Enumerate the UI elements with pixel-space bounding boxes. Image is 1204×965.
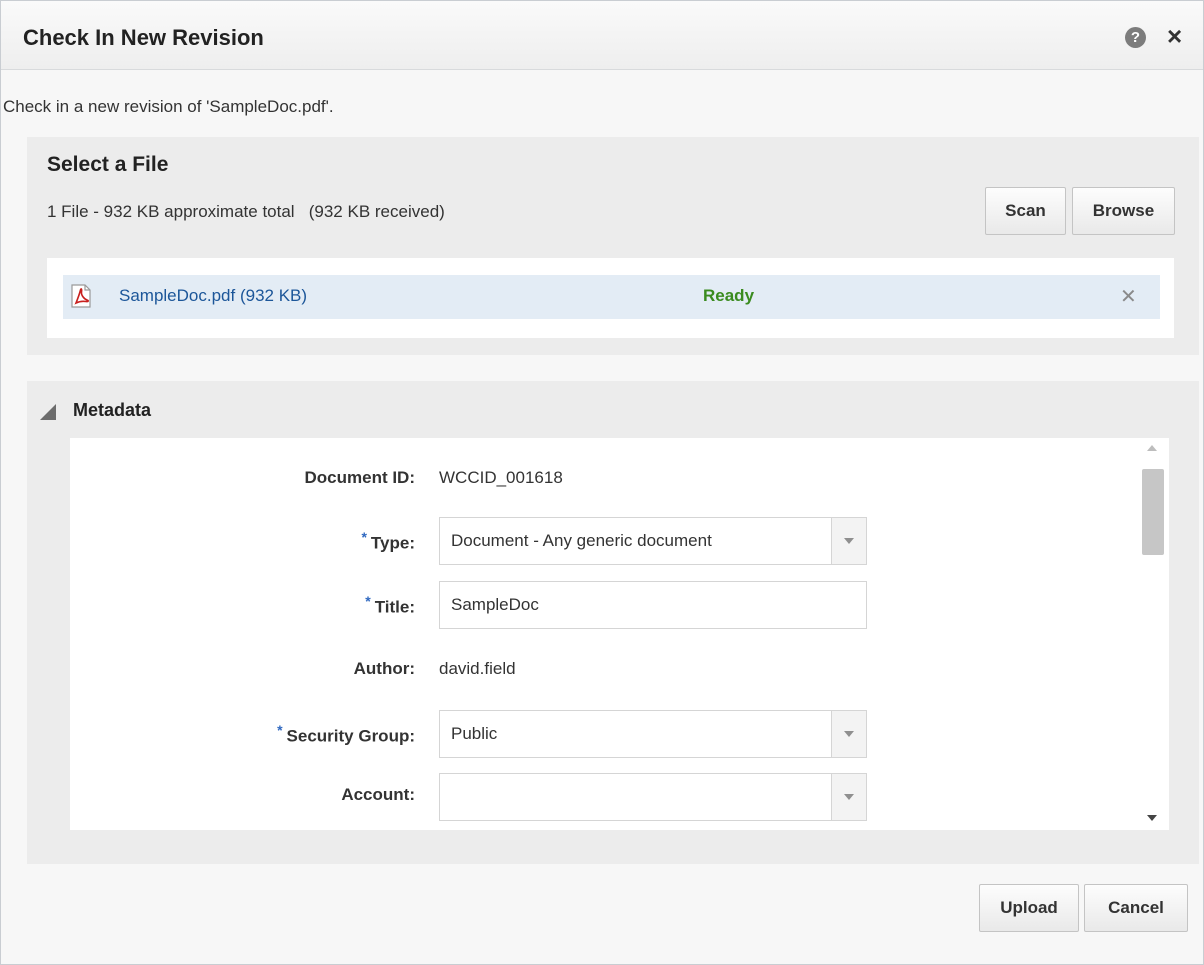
remove-icon[interactable]: ✕ — [1120, 284, 1137, 309]
required-marker: * — [277, 722, 283, 738]
collapse-triangle-icon[interactable] — [40, 404, 56, 420]
title-field[interactable]: SampleDoc — [439, 581, 867, 629]
document-id-value: WCCID_001618 — [439, 468, 563, 487]
pdf-file-icon — [71, 284, 91, 308]
type-select-value: Document - Any generic document — [451, 531, 712, 550]
check-in-dialog: Check In New Revision ? × Check in a new… — [0, 0, 1204, 965]
document-id-label: Document ID: — [304, 468, 416, 487]
upload-button[interactable]: Upload — [979, 884, 1079, 932]
required-marker: * — [361, 529, 367, 545]
browse-button[interactable]: Browse — [1072, 187, 1175, 235]
security-group-value: Public — [451, 724, 498, 743]
help-icon[interactable]: ? — [1125, 27, 1146, 48]
close-icon[interactable]: × — [1167, 22, 1182, 50]
account-select[interactable] — [439, 773, 867, 821]
scan-button[interactable]: Scan — [985, 187, 1066, 235]
intro-text: Check in a new revision of 'SampleDoc.pd… — [3, 97, 334, 116]
chevron-down-icon[interactable] — [831, 711, 866, 757]
file-status: Ready — [703, 286, 755, 305]
metadata-heading[interactable]: Metadata — [73, 400, 151, 421]
account-label: Account: — [341, 785, 415, 804]
chevron-down-icon[interactable] — [831, 518, 866, 564]
required-marker: * — [365, 593, 371, 609]
type-label: * Type: — [361, 529, 415, 553]
file-summary: 1 File - 932 KB approximate total (932 K… — [47, 202, 445, 221]
author-label: Author: — [353, 659, 415, 678]
type-select[interactable]: Document - Any generic document — [439, 517, 867, 565]
security-group-select[interactable]: Public — [439, 710, 867, 758]
dialog-titlebar: Check In New Revision ? × — [1, 1, 1203, 70]
cancel-button[interactable]: Cancel — [1084, 884, 1188, 932]
chevron-down-icon[interactable] — [831, 774, 866, 820]
select-file-heading: Select a File — [47, 153, 169, 176]
file-list-item[interactable]: SampleDoc.pdf (932 KB) Ready ✕ — [63, 275, 1160, 319]
author-value: david.field — [439, 659, 516, 678]
title-label: * Title: — [365, 593, 415, 617]
metadata-scrollbar[interactable] — [1140, 438, 1166, 830]
scroll-down-icon[interactable] — [1147, 815, 1157, 821]
select-file-panel: Select a File 1 File - 932 KB approximat… — [27, 137, 1199, 355]
scroll-thumb[interactable] — [1142, 469, 1164, 555]
dialog-title: Check In New Revision — [23, 25, 264, 50]
metadata-panel: Metadata Document ID: WCCID_001618 * Type… — [27, 381, 1199, 864]
metadata-form: Document ID: WCCID_001618 * Type: Documen… — [70, 438, 1169, 830]
file-name-link[interactable]: SampleDoc.pdf (932 KB) — [119, 286, 307, 306]
scroll-up-icon[interactable] — [1147, 445, 1157, 451]
file-list: SampleDoc.pdf (932 KB) Ready ✕ — [47, 258, 1174, 338]
security-group-label: * Security Group: — [277, 722, 415, 746]
